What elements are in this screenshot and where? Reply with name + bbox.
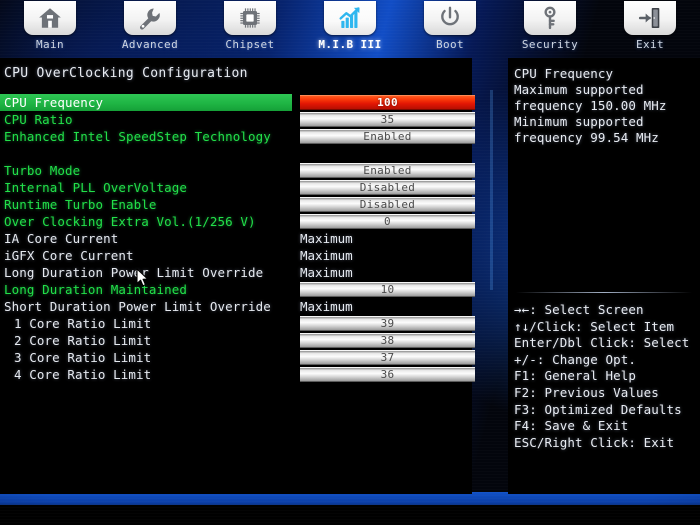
setting-label: 4 Core Ratio Limit — [14, 367, 152, 382]
wrench-icon — [124, 1, 176, 35]
setting-label: Enhanced Intel SpeedStep Technology — [4, 129, 271, 144]
help-divider — [516, 292, 692, 293]
setting-row[interactable]: CPU Ratio 35 — [0, 111, 475, 128]
help-text-line: Minimum supported — [514, 114, 644, 129]
bios-screen: Main Advanced Chipset M.I.B III Boot Security… — [0, 0, 700, 525]
tab-chipset[interactable]: Chipset — [200, 0, 300, 55]
tab-label: Security — [521, 38, 579, 51]
setting-label: IA Core Current — [4, 231, 119, 246]
setting-label: Long Duration Maintained — [4, 282, 188, 297]
setting-label: Over Clocking Extra Vol.(1/256 V) — [4, 214, 256, 229]
mouse-pointer-icon — [136, 268, 149, 287]
key-legend-line: ↑↓/Click: Select Item — [514, 318, 675, 334]
help-text-line: Maximum supported — [514, 82, 644, 97]
key-legend-line: +/-: Change Opt. — [514, 351, 637, 367]
help-panel: CPU Frequency Maximum supported frequency … — [508, 58, 700, 494]
setting-row[interactable]: 4 Core Ratio Limit 36 — [0, 366, 475, 383]
setting-row[interactable]: Long Duration Maintained 10 — [0, 281, 475, 298]
setting-value-field[interactable]: 36 — [300, 367, 475, 382]
setting-value-field[interactable]: 38 — [300, 333, 475, 348]
setting-label: Turbo Mode — [4, 163, 81, 178]
background-bottom-bar — [0, 505, 700, 525]
key-legend-line: Enter/Dbl Click: Select — [514, 335, 690, 351]
bar-chart-icon — [324, 1, 376, 35]
setting-label: Short Duration Power Limit Override — [4, 299, 271, 314]
tab-label: Exit — [635, 38, 665, 51]
key-legend-line: ESC/Right Click: Exit — [514, 434, 675, 450]
setting-label: Internal PLL OverVoltage — [4, 180, 188, 195]
setting-value-field[interactable]: 35 — [300, 112, 475, 127]
setting-value-field[interactable]: Disabled — [300, 197, 475, 212]
help-text-line: frequency 150.00 MHz — [514, 98, 667, 113]
setting-value-field[interactable]: Enabled — [300, 129, 475, 144]
tab-security[interactable]: Security — [500, 0, 600, 55]
setting-label: CPU Frequency — [4, 95, 104, 110]
setting-row[interactable]: 3 Core Ratio Limit 37 — [0, 349, 475, 366]
setting-row[interactable]: Runtime Turbo Enable Disabled — [0, 196, 475, 213]
setting-label: Long Duration Power Limit Override — [4, 265, 264, 280]
setting-label: 2 Core Ratio Limit — [14, 333, 152, 348]
setting-value-readonly: Maximum — [300, 248, 353, 263]
power-icon — [424, 1, 476, 35]
help-text-block: CPU Frequency Maximum supported frequency … — [514, 66, 698, 146]
settings-list[interactable]: CPU Frequency 100 CPU Ratio 35 Enhanced Inte… — [0, 94, 475, 383]
tab-advanced[interactable]: Advanced — [100, 0, 200, 55]
setting-label: 3 Core Ratio Limit — [14, 350, 152, 365]
setting-row[interactable]: Long Duration Power Limit Override Maximu… — [0, 264, 472, 281]
main-navigation-tabs[interactable]: Main Advanced Chipset M.I.B III Boot Security… — [0, 0, 700, 55]
setting-value-readonly: Maximum — [300, 265, 353, 280]
setting-row[interactable]: IA Core Current Maximum — [0, 230, 472, 247]
setting-value-field[interactable]: Disabled — [300, 180, 475, 195]
tab-m-i-b-iii[interactable]: M.I.B III — [300, 0, 400, 55]
setting-value-field[interactable]: 0 — [300, 214, 475, 229]
key-legend-line: F4: Save & Exit — [514, 418, 629, 434]
setting-row[interactable]: Over Clocking Extra Vol.(1/256 V) 0 — [0, 213, 475, 230]
tab-label: Boot — [435, 38, 465, 51]
setting-row[interactable]: iGFX Core Current Maximum — [0, 247, 472, 264]
key-legend-line: F2: Previous Values — [514, 384, 659, 400]
setting-row[interactable]: CPU Frequency 100 — [0, 94, 475, 111]
key-legend-block: →←: Select Screen ↑↓/Click: Select Item En… — [514, 302, 700, 451]
setting-value-field[interactable]: 10 — [300, 282, 475, 297]
key-icon — [524, 1, 576, 35]
tab-label: Main — [35, 38, 65, 51]
tab-main[interactable]: Main — [0, 0, 100, 55]
setting-row[interactable]: Enhanced Intel SpeedStep Technology Enabl… — [0, 128, 475, 145]
setting-row[interactable]: Internal PLL OverVoltage Disabled — [0, 179, 475, 196]
setting-value-readonly: Maximum — [300, 299, 353, 314]
setting-row[interactable]: 1 Core Ratio Limit 39 — [0, 315, 475, 332]
setting-label: 1 Core Ratio Limit — [14, 316, 152, 331]
tab-boot[interactable]: Boot — [400, 0, 500, 55]
tab-label: Chipset — [225, 38, 275, 51]
setting-label: iGFX Core Current — [4, 248, 134, 263]
setting-value-readonly: Maximum — [300, 231, 353, 246]
exit-door-icon — [624, 1, 676, 35]
row-spacer — [0, 145, 472, 162]
setting-row[interactable]: Turbo Mode Enabled — [0, 162, 475, 179]
setting-value-field[interactable]: Enabled — [300, 163, 475, 178]
setting-label: CPU Ratio — [4, 112, 73, 127]
tab-label: M.I.B III — [318, 38, 382, 51]
setting-value-field[interactable]: 100 — [300, 95, 475, 110]
tab-exit[interactable]: Exit — [600, 0, 700, 55]
settings-panel: CPU OverClocking Configuration CPU Frequ… — [0, 58, 475, 494]
cpu-chip-icon — [224, 1, 276, 35]
setting-row[interactable]: 2 Core Ratio Limit 38 — [0, 332, 475, 349]
key-legend-line: →←: Select Screen — [514, 302, 644, 317]
setting-row[interactable]: Short Duration Power Limit Override Maxim… — [0, 298, 472, 315]
help-text-line: CPU Frequency — [514, 66, 614, 81]
help-text-line: frequency 99.54 MHz — [514, 130, 659, 145]
key-legend-line: F1: General Help — [514, 368, 637, 384]
tab-label: Advanced — [121, 38, 179, 51]
key-legend-line: F3: Optimized Defaults — [514, 401, 682, 417]
setting-value-field[interactable]: 37 — [300, 350, 475, 365]
home-icon — [24, 1, 76, 35]
setting-label: Runtime Turbo Enable — [4, 197, 157, 212]
setting-value-field[interactable]: 39 — [300, 316, 475, 331]
page-title: CPU OverClocking Configuration — [4, 66, 248, 81]
